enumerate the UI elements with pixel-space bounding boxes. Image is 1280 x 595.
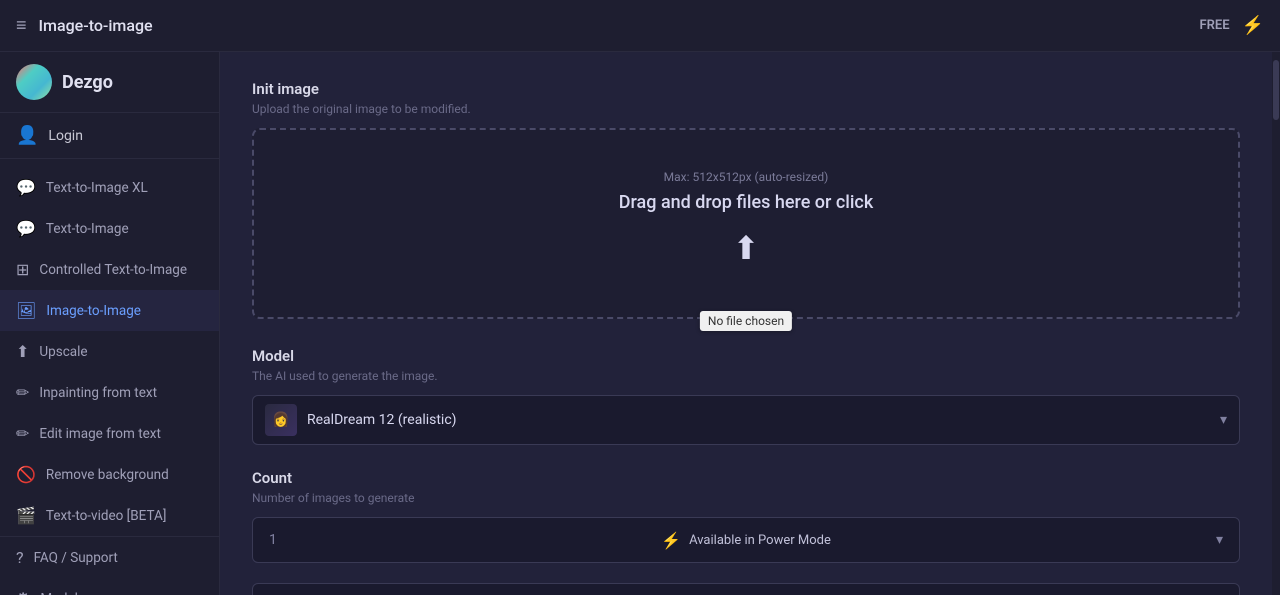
main-layout: Dezgo 👤 Login 💬 Text-to-Image XL 💬 Text-… bbox=[0, 52, 1280, 595]
sidebar-item-label: Upscale bbox=[39, 344, 87, 360]
model-thumbnail: 👩 bbox=[265, 404, 297, 436]
sidebar-bottom: ? FAQ / Support ⚙ Models ▾ bbox=[0, 536, 219, 595]
models-icon: ⚙ bbox=[16, 589, 30, 595]
count-label: Count bbox=[252, 469, 1240, 487]
sidebar-item-remove-background[interactable]: 🚫 Remove background bbox=[0, 454, 219, 495]
model-label: Model bbox=[252, 347, 1240, 365]
scrollbar-track[interactable] bbox=[1272, 52, 1280, 595]
faq-label: FAQ / Support bbox=[34, 550, 118, 566]
model-select-left: 👩 RealDream 12 (realistic) bbox=[265, 404, 457, 436]
sidebar-logo: Dezgo bbox=[0, 52, 219, 113]
power-mode-lightning-icon: ⚡ bbox=[661, 531, 681, 550]
topbar-left: ≡ Image-to-image bbox=[16, 15, 153, 36]
user-icon: 👤 bbox=[16, 125, 38, 146]
model-selected-label: RealDream 12 (realistic) bbox=[307, 412, 457, 428]
image-dropzone[interactable]: Max: 512x512px (auto-resized) Drag and d… bbox=[252, 128, 1240, 319]
count-box: 1 ▾ ⚡ Available in Power Mode bbox=[252, 517, 1240, 563]
faq-icon: ? bbox=[16, 548, 24, 567]
sidebar-item-text-to-video[interactable]: 🎬 Text-to-video [BETA] bbox=[0, 495, 219, 536]
sidebar-item-label: Edit image from text bbox=[39, 426, 160, 442]
upscale-icon: ⬆ bbox=[16, 342, 29, 361]
sidebar-item-faq[interactable]: ? FAQ / Support bbox=[0, 537, 219, 578]
models-label: Models bbox=[40, 591, 85, 595]
text-to-video-icon: 🎬 bbox=[16, 506, 36, 525]
edit-image-icon: ✏ bbox=[16, 424, 29, 443]
power-mode-text: Available in Power Mode bbox=[689, 533, 831, 548]
sidebar-item-upscale[interactable]: ⬆ Upscale bbox=[0, 331, 219, 372]
sidebar-item-label: Text-to-Image XL bbox=[46, 180, 148, 196]
dropzone-max-text: Max: 512x512px (auto-resized) bbox=[274, 170, 1218, 184]
sidebar-item-label: Inpainting from text bbox=[39, 385, 157, 401]
init-image-section: Init image Upload the original image to … bbox=[252, 80, 1240, 319]
no-file-badge: No file chosen bbox=[700, 311, 792, 331]
remove-bg-icon: 🚫 bbox=[16, 465, 36, 484]
sidebar-item-label: Text-to-video [BETA] bbox=[46, 508, 166, 524]
sidebar-item-label: Remove background bbox=[46, 467, 169, 483]
model-chevron-icon: ▾ bbox=[1220, 412, 1227, 428]
scrollbar-thumb[interactable] bbox=[1273, 60, 1279, 120]
image-to-image-icon: 🖼 bbox=[16, 301, 36, 320]
dropzone-main-text: Drag and drop files here or click bbox=[274, 192, 1218, 213]
models-arrow-icon: ▾ bbox=[197, 592, 203, 595]
sidebar-item-label: Controlled Text-to-Image bbox=[39, 262, 187, 278]
text-to-image-icon: 💬 bbox=[16, 219, 36, 238]
upload-icon: ⬆ bbox=[274, 229, 1218, 267]
logo-circle bbox=[16, 64, 52, 100]
model-desc: The AI used to generate the image. bbox=[252, 369, 1240, 383]
sidebar-item-text-to-image-xl[interactable]: 💬 Text-to-Image XL bbox=[0, 167, 219, 208]
lightning-icon[interactable]: ⚡ bbox=[1242, 15, 1264, 36]
sidebar: Dezgo 👤 Login 💬 Text-to-Image XL 💬 Text-… bbox=[0, 52, 220, 595]
sidebar-item-label: Text-to-Image bbox=[46, 221, 129, 237]
menu-icon[interactable]: ≡ bbox=[16, 15, 27, 36]
sidebar-login[interactable]: 👤 Login bbox=[0, 113, 219, 159]
power-mode-overlay: ⚡ Available in Power Mode bbox=[253, 518, 1239, 562]
sidebar-item-inpainting-from-text[interactable]: ✏ Inpainting from text bbox=[0, 372, 219, 413]
sidebar-item-edit-image-from-text[interactable]: ✏ Edit image from text bbox=[0, 413, 219, 454]
text-to-image-xl-icon: 💬 bbox=[16, 178, 36, 197]
logo-text: Dezgo bbox=[62, 72, 113, 93]
more-options-button[interactable]: More options ⌄ bbox=[252, 583, 1240, 595]
sidebar-item-image-to-image[interactable]: 🖼 Image-to-Image bbox=[0, 290, 219, 331]
model-select[interactable]: 👩 RealDream 12 (realistic) ▾ bbox=[252, 395, 1240, 445]
content-area: Init image Upload the original image to … bbox=[220, 52, 1272, 595]
login-label: Login bbox=[48, 128, 83, 144]
page-title: Image-to-image bbox=[39, 16, 153, 35]
count-section: Count Number of images to generate 1 ▾ ⚡… bbox=[252, 469, 1240, 563]
sidebar-item-label: Image-to-Image bbox=[46, 303, 141, 319]
sidebar-item-models[interactable]: ⚙ Models ▾ bbox=[0, 578, 219, 595]
init-image-desc: Upload the original image to be modified… bbox=[252, 102, 1240, 116]
count-desc: Number of images to generate bbox=[252, 491, 1240, 505]
inpainting-icon: ✏ bbox=[16, 383, 29, 402]
sidebar-item-controlled-text-to-image[interactable]: ⊞ Controlled Text-to-Image bbox=[0, 249, 219, 290]
topbar-right: FREE ⚡ bbox=[1200, 15, 1265, 36]
init-image-label: Init image bbox=[252, 80, 1240, 98]
free-badge: FREE bbox=[1200, 18, 1230, 33]
topbar: ≡ Image-to-image FREE ⚡ bbox=[0, 0, 1280, 52]
model-section: Model The AI used to generate the image.… bbox=[252, 347, 1240, 445]
controlled-icon: ⊞ bbox=[16, 260, 29, 279]
sidebar-item-text-to-image[interactable]: 💬 Text-to-Image bbox=[0, 208, 219, 249]
